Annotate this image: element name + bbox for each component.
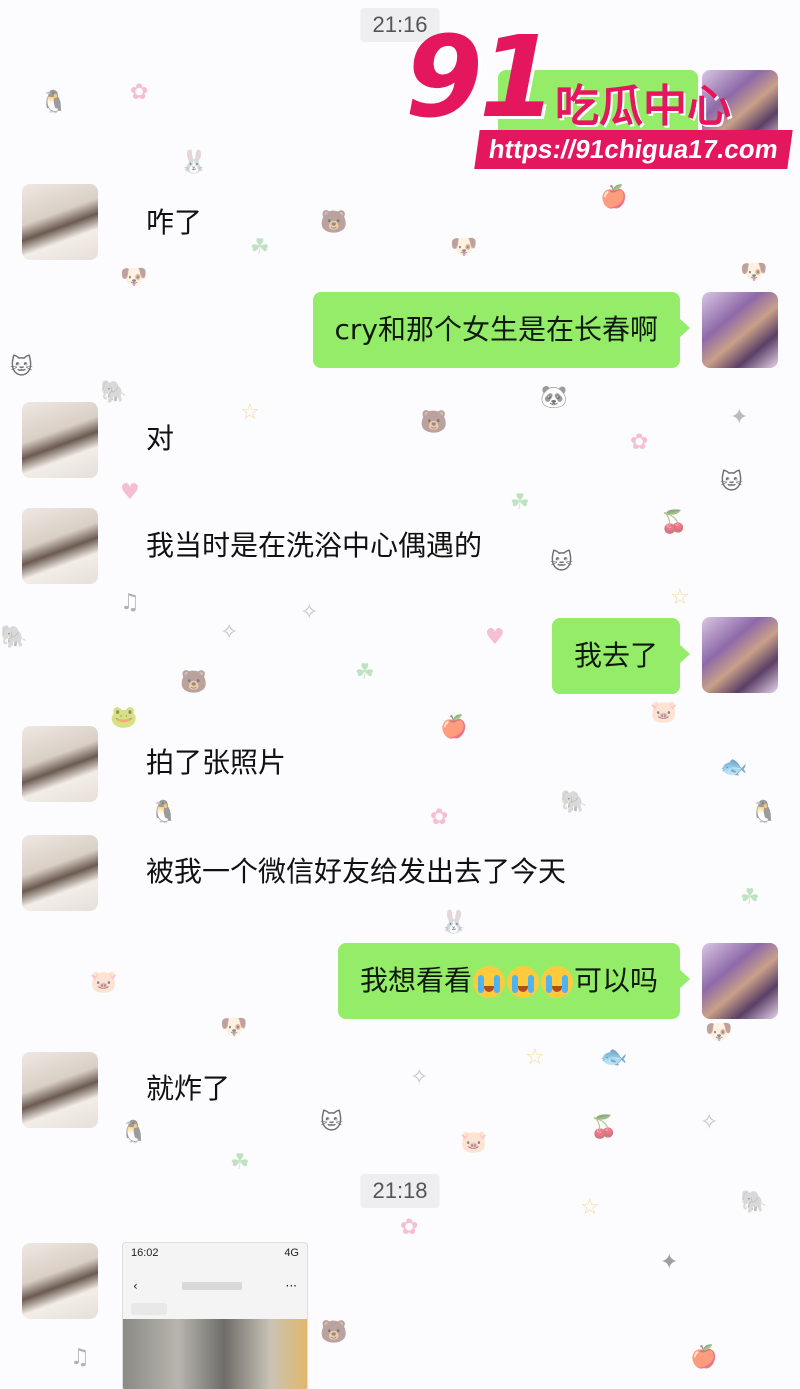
panda-sticker-icon: 🐼: [540, 385, 568, 410]
back-arrow-icon: ‹: [133, 1279, 138, 1293]
heart-icon: ♥: [485, 625, 505, 650]
crying-face-icon: [540, 966, 573, 998]
photo-image: [123, 1319, 307, 1389]
user-avatar[interactable]: [702, 943, 778, 1019]
apple-icon: 🍎: [690, 1345, 718, 1370]
flower-icon: ✿: [130, 80, 149, 105]
contact-avatar[interactable]: [22, 184, 98, 260]
sparkle-icon: ✦: [730, 405, 749, 430]
sparkle-icon: ✦: [660, 1250, 679, 1275]
outgoing-message[interactable]: 我想看看 可以吗: [337, 943, 691, 1019]
elephant-sticker-icon: 🐘: [100, 380, 128, 405]
penguin-sticker-icon: 🐧: [150, 800, 178, 825]
bear-sticker-icon: 🐻: [320, 210, 348, 235]
music-note-icon: ♫: [70, 1345, 90, 1370]
incoming-message[interactable]: 就炸了: [124, 1051, 252, 1127]
crying-face-icon: [472, 966, 505, 998]
flower-icon: ✿: [430, 805, 449, 830]
incoming-message[interactable]: 被我一个微信好友给发出去了今天: [124, 834, 588, 910]
watermark-brand: 吃瓜中心: [555, 81, 731, 132]
chat-timestamp: 21:18: [360, 1174, 440, 1208]
flower-icon: ✿: [400, 1215, 419, 1240]
cherry-icon: 🍒: [660, 510, 688, 535]
contact-avatar[interactable]: [22, 1243, 98, 1319]
bunny-sticker-icon: 🐰: [440, 910, 468, 935]
pig-sticker-icon: 🐷: [460, 1130, 488, 1155]
flower-icon: ✿: [630, 430, 649, 455]
sparkle-icon: ✧: [700, 1110, 719, 1135]
incoming-message[interactable]: 拍了张照片: [124, 725, 308, 801]
bear-sticker-icon: 🐻: [420, 410, 448, 435]
clover-icon: ☘: [250, 235, 270, 260]
bunny-sticker-icon: 🐰: [180, 150, 208, 175]
contact-avatar[interactable]: [22, 402, 98, 478]
puppy-sticker-icon: 🐶: [220, 1015, 248, 1040]
cherry-icon: 🍒: [590, 1115, 618, 1140]
sparkle-icon: ✧: [300, 600, 319, 625]
cat-sticker-icon: 🐱: [320, 1110, 343, 1135]
watermark-number: 91: [405, 13, 557, 143]
photo-tag: [131, 1303, 167, 1315]
cat-sticker-icon: 🐱: [10, 355, 33, 380]
music-note-icon: ♫: [120, 590, 140, 615]
incoming-message[interactable]: 我当时是在洗浴中心偶遇的: [124, 508, 504, 584]
more-icon: ···: [285, 1279, 297, 1293]
clover-icon: ☘: [510, 490, 530, 515]
puppy-sticker-icon: 🐶: [705, 1020, 733, 1045]
incoming-message[interactable]: 对: [124, 401, 196, 477]
pig-sticker-icon: 🐷: [650, 700, 678, 725]
cat-sticker-icon: 🐱: [550, 550, 573, 575]
incoming-message[interactable]: 咋了: [124, 185, 224, 261]
elephant-sticker-icon: 🐘: [560, 790, 588, 815]
photo-nav-bar: ‹ ···: [123, 1273, 307, 1299]
sparkle-icon: ✧: [220, 620, 239, 645]
message-text: 我想看看: [359, 964, 472, 997]
contact-avatar[interactable]: [22, 726, 98, 802]
clover-icon: ☘: [740, 885, 760, 910]
puppy-sticker-icon: 🐶: [120, 265, 148, 290]
elephant-sticker-icon: 🐘: [0, 625, 28, 650]
fish-icon: 🐟: [600, 1045, 628, 1070]
watermark-url: https://91chigua17.com: [474, 130, 793, 169]
user-avatar[interactable]: [702, 617, 778, 693]
penguin-sticker-icon: 🐧: [40, 90, 68, 115]
clover-icon: ☘: [230, 1150, 250, 1175]
star-icon: ☆: [580, 1195, 600, 1220]
sparkle-icon: ✧: [410, 1065, 429, 1090]
photo-status-bar: 16:02 4G: [123, 1243, 307, 1273]
contact-avatar[interactable]: [22, 835, 98, 911]
bear-sticker-icon: 🐻: [320, 1320, 348, 1345]
site-watermark: 91 吃瓜中心 https://91chigua17.com: [405, 13, 793, 178]
apple-icon: 🍎: [600, 185, 628, 210]
photo-status-time: 16:02: [131, 1247, 159, 1259]
elephant-sticker-icon: 🐘: [740, 1190, 768, 1215]
photo-title-placeholder: [181, 1282, 242, 1290]
star-icon: ☆: [240, 400, 260, 425]
outgoing-message[interactable]: cry和那个女生是在长春啊: [312, 292, 691, 368]
apple-icon: 🍎: [440, 715, 468, 740]
photo-status-icons: 4G: [284, 1247, 299, 1259]
fish-icon: 🐟: [720, 755, 748, 780]
pig-sticker-icon: 🐷: [90, 970, 118, 995]
contact-avatar[interactable]: [22, 508, 98, 584]
star-icon: ☆: [525, 1045, 545, 1070]
message-text: 可以吗: [573, 964, 658, 997]
clover-icon: ☘: [355, 660, 375, 685]
heart-icon: ♥: [120, 480, 140, 505]
outgoing-message[interactable]: 我去了: [551, 618, 691, 694]
chat-screen: 🐧 ✿ 🐰 🐻 🐶 🍎 🐶 ☘ 🐶 🐱 🐘 ☆ 🐻 🐼 ✦ ✿ 🐱 ♥ ☘ 🍒 …: [0, 0, 800, 1389]
bear-sticker-icon: 🐻: [180, 670, 208, 695]
penguin-sticker-icon: 🐧: [750, 800, 778, 825]
puppy-sticker-icon: 🐶: [450, 235, 478, 260]
star-icon: ☆: [670, 585, 690, 610]
photo-message[interactable]: 16:02 4G ‹ ···: [122, 1242, 308, 1389]
contact-avatar[interactable]: [22, 1052, 98, 1128]
cat-sticker-icon: 🐱: [720, 470, 743, 495]
crying-face-icon: [506, 966, 539, 998]
user-avatar[interactable]: [702, 292, 778, 368]
puppy-sticker-icon: 🐶: [740, 260, 768, 285]
